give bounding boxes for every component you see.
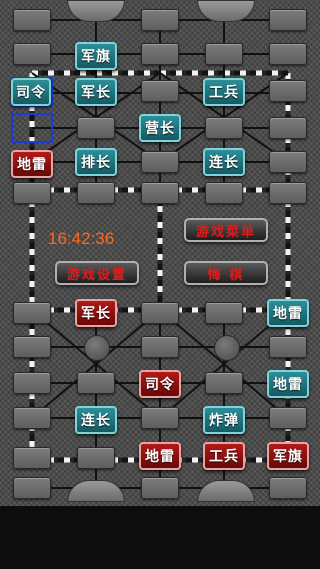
- board-slot[interactable]: [13, 302, 51, 324]
- game-piece[interactable]: 军旗: [75, 42, 117, 70]
- board-slot[interactable]: [141, 477, 179, 499]
- board-slot[interactable]: [141, 9, 179, 31]
- game-piece[interactable]: 排长: [75, 148, 117, 176]
- board-slot[interactable]: [77, 372, 115, 394]
- board-slot[interactable]: [269, 151, 307, 173]
- game-piece[interactable]: 地雷: [139, 442, 181, 470]
- game-piece[interactable]: 连长: [203, 148, 245, 176]
- board-slot[interactable]: [141, 336, 179, 358]
- board-slot[interactable]: [141, 43, 179, 65]
- board-slot[interactable]: [269, 477, 307, 499]
- game-piece[interactable]: 连长: [75, 406, 117, 434]
- game-piece[interactable]: 司令: [139, 370, 181, 398]
- game-piece[interactable]: 军长: [75, 299, 117, 327]
- game-timer: 16:42:36: [48, 229, 115, 248]
- board-slot[interactable]: [269, 182, 307, 204]
- board-slot[interactable]: [13, 43, 51, 65]
- game-piece[interactable]: 军旗: [267, 442, 309, 470]
- board-slot[interactable]: [205, 302, 243, 324]
- board-slot[interactable]: [13, 372, 51, 394]
- board-slot[interactable]: [13, 9, 51, 31]
- board-slot[interactable]: [13, 336, 51, 358]
- board-slot[interactable]: [205, 372, 243, 394]
- board-slot[interactable]: [77, 117, 115, 139]
- game-settings-button[interactable]: 游戏设置: [55, 261, 139, 285]
- camp[interactable]: [214, 335, 240, 361]
- game-piece[interactable]: 地雷: [267, 370, 309, 398]
- board-slot[interactable]: [205, 43, 243, 65]
- board-slot[interactable]: [205, 117, 243, 139]
- board-slot[interactable]: [141, 407, 179, 429]
- game-piece[interactable]: 炸弹: [203, 406, 245, 434]
- game-piece[interactable]: 工兵: [203, 442, 245, 470]
- board-slot[interactable]: [141, 182, 179, 204]
- selection-highlight: [11, 113, 53, 143]
- game-piece[interactable]: 军长: [75, 78, 117, 106]
- game-piece[interactable]: 营长: [139, 114, 181, 142]
- board-slot[interactable]: [13, 447, 51, 469]
- board-slot[interactable]: [269, 117, 307, 139]
- board-slot[interactable]: [269, 43, 307, 65]
- board-slot[interactable]: [13, 407, 51, 429]
- game-menu-button[interactable]: 游戏菜单: [184, 218, 268, 242]
- board-slot[interactable]: [77, 447, 115, 469]
- board-slot[interactable]: [141, 302, 179, 324]
- game-board: 军旗 司令 军长 工兵 营长 地雷 排长 连长 军长 地雷 司令 地雷 连长 炸…: [0, 0, 320, 569]
- board-slot[interactable]: [13, 182, 51, 204]
- board-slot[interactable]: [269, 336, 307, 358]
- board-slot[interactable]: [205, 182, 243, 204]
- board-slot[interactable]: [269, 407, 307, 429]
- game-piece[interactable]: 地雷: [11, 150, 53, 178]
- board-slot[interactable]: [141, 151, 179, 173]
- board-slot[interactable]: [77, 182, 115, 204]
- board-slot[interactable]: [13, 477, 51, 499]
- camp[interactable]: [84, 335, 110, 361]
- game-piece[interactable]: 工兵: [203, 78, 245, 106]
- game-piece[interactable]: 司令: [11, 78, 51, 106]
- board-slot[interactable]: [269, 9, 307, 31]
- regret-button[interactable]: 悔 棋: [184, 261, 268, 285]
- game-piece[interactable]: 地雷: [267, 299, 309, 327]
- board-slot[interactable]: [141, 80, 179, 102]
- board-slot[interactable]: [269, 80, 307, 102]
